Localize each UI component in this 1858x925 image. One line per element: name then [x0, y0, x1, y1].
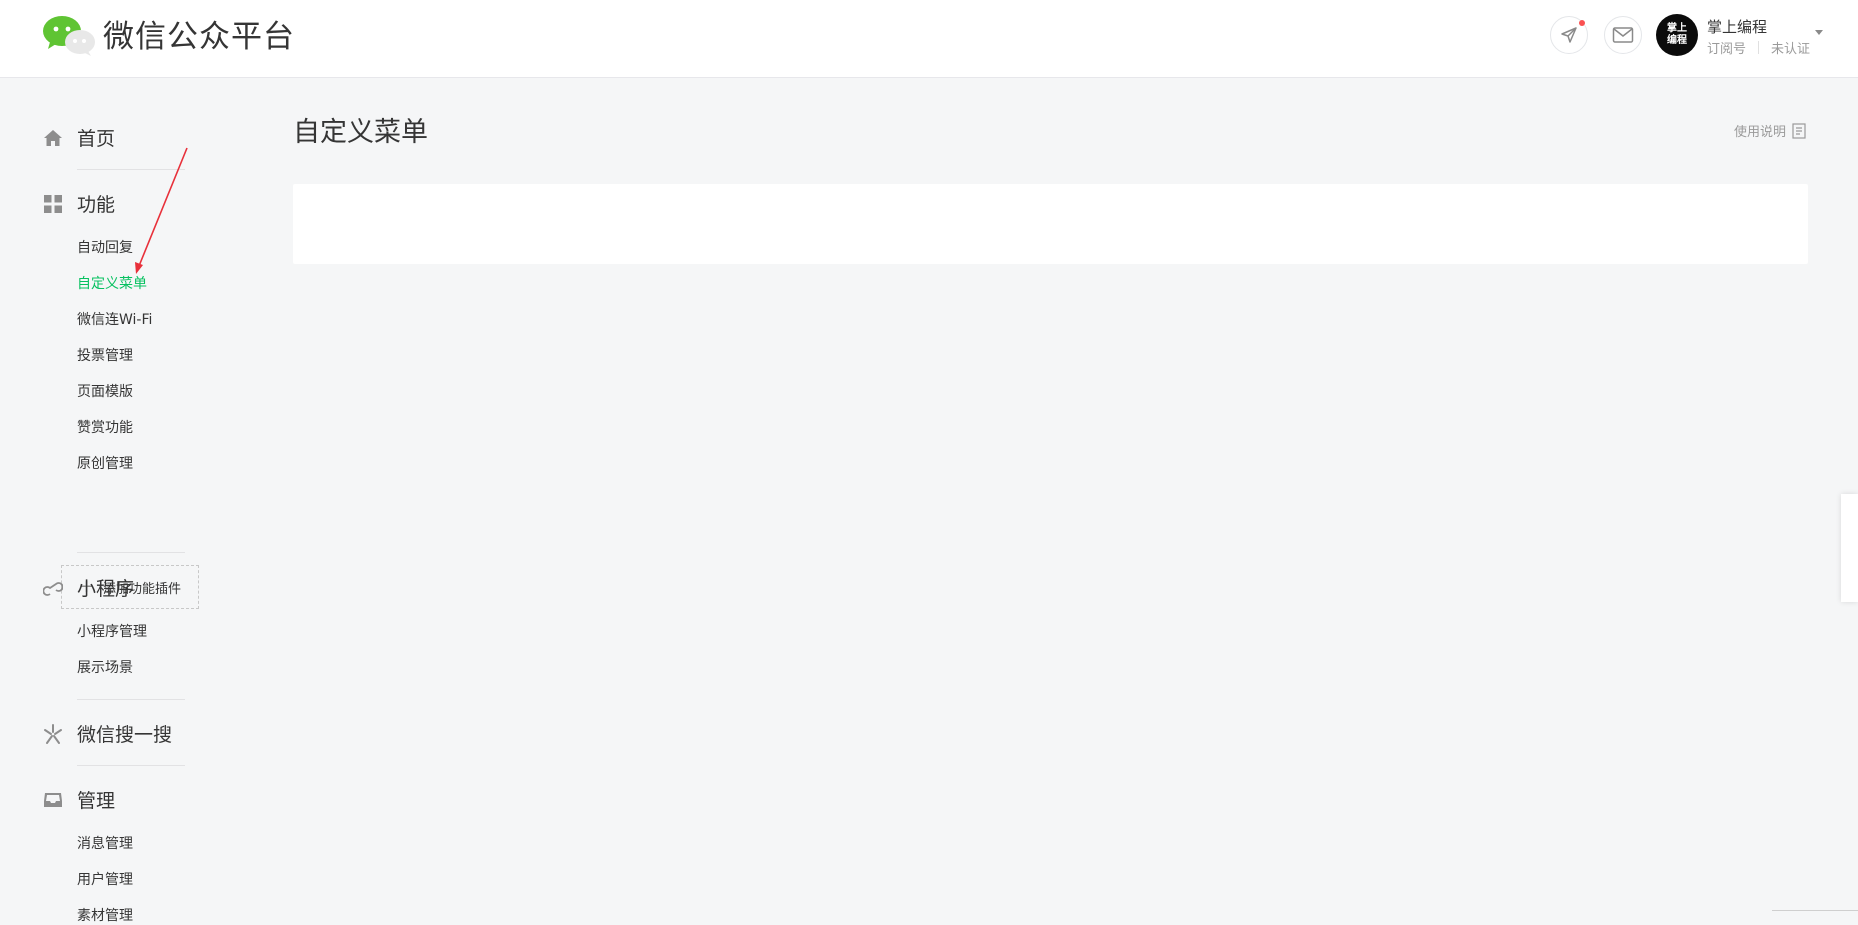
- sidebar-divider: [77, 765, 185, 766]
- bottom-edge-line: [1772, 910, 1858, 911]
- sidebar-section-search[interactable]: 微信搜一搜: [42, 720, 172, 747]
- sidebar-item-messages[interactable]: 消息管理: [77, 833, 133, 853]
- platform-brand-title[interactable]: 微信公众平台: [103, 14, 295, 60]
- annotation-arrow-icon: [135, 147, 188, 274]
- sidebar-section-features[interactable]: 功能: [42, 190, 115, 217]
- top-header: 微信公众平台 掌上 编程 掌上编程 订阅号 未认证: [0, 0, 1858, 78]
- sidebar-divider: [77, 552, 185, 553]
- notification-button[interactable]: [1550, 16, 1588, 54]
- messages-button[interactable]: [1604, 16, 1642, 54]
- sidebar-section-label: 首页: [77, 128, 116, 150]
- sidebar-section-miniprogram[interactable]: 小程序: [42, 574, 134, 601]
- floating-side-widget[interactable]: [1841, 494, 1858, 602]
- sidebar-item-materials[interactable]: 素材管理: [77, 905, 133, 925]
- sidebar-section-home[interactable]: 首页: [42, 124, 115, 151]
- sidebar-divider: [77, 169, 185, 170]
- usage-help-link[interactable]: 使用说明: [1734, 121, 1806, 140]
- mail-icon: [1612, 27, 1634, 43]
- avatar-text-bottom: 编程: [1667, 35, 1687, 46]
- home-icon: [42, 127, 64, 149]
- sidebar-item-users[interactable]: 用户管理: [77, 869, 133, 889]
- help-link-label: 使用说明: [1734, 125, 1787, 140]
- account-type: 订阅号: [1707, 42, 1747, 57]
- link-icon: [42, 577, 64, 599]
- account-status: 未认证: [1771, 42, 1811, 57]
- menu-editor-card: [293, 184, 1808, 264]
- sidebar-item-vote[interactable]: 投票管理: [77, 345, 133, 365]
- sidebar-item-miniprogram-manage[interactable]: 小程序管理: [77, 621, 147, 641]
- send-arrow-icon: [1561, 27, 1577, 43]
- document-icon: [1792, 122, 1806, 139]
- avatar-text-top: 掌上: [1667, 23, 1687, 34]
- sidebar-section-label: 功能: [77, 194, 116, 216]
- sidebar-section-label: 小程序: [77, 578, 135, 600]
- grid-icon: [42, 193, 64, 215]
- sidebar-section-label: 微信搜一搜: [77, 724, 173, 746]
- account-name[interactable]: 掌上编程: [1707, 16, 1767, 37]
- account-dropdown-caret-icon[interactable]: [1815, 30, 1823, 35]
- meta-separator: [1758, 41, 1760, 54]
- sidebar-item-wifi[interactable]: 微信连Wi-Fi: [77, 309, 152, 329]
- account-meta: 订阅号 未认证: [1707, 38, 1810, 57]
- wechat-logo-icon[interactable]: [42, 15, 96, 57]
- sidebar-divider: [77, 699, 185, 700]
- sidebar-section-manage[interactable]: 管理: [42, 786, 115, 813]
- sidebar: 首页 功能 自动回复 自定义菜单 微信连Wi-Fi 投票管理 页面模版 赞赏功能…: [0, 77, 260, 924]
- page-title: 自定义菜单: [293, 117, 428, 148]
- account-avatar[interactable]: 掌上 编程: [1656, 14, 1698, 56]
- sidebar-item-page-template[interactable]: 页面模版: [77, 381, 133, 401]
- sidebar-item-reward[interactable]: 赞赏功能: [77, 417, 133, 437]
- search-spark-icon: [42, 723, 64, 745]
- sidebar-item-auto-reply[interactable]: 自动回复: [77, 237, 133, 257]
- sidebar-section-label: 管理: [77, 790, 116, 812]
- sidebar-item-original[interactable]: 原创管理: [77, 453, 133, 473]
- inbox-icon: [42, 789, 64, 811]
- sidebar-item-custom-menu[interactable]: 自定义菜单: [77, 273, 147, 293]
- sidebar-item-display-scene[interactable]: 展示场景: [77, 657, 133, 677]
- notification-dot: [1579, 20, 1585, 26]
